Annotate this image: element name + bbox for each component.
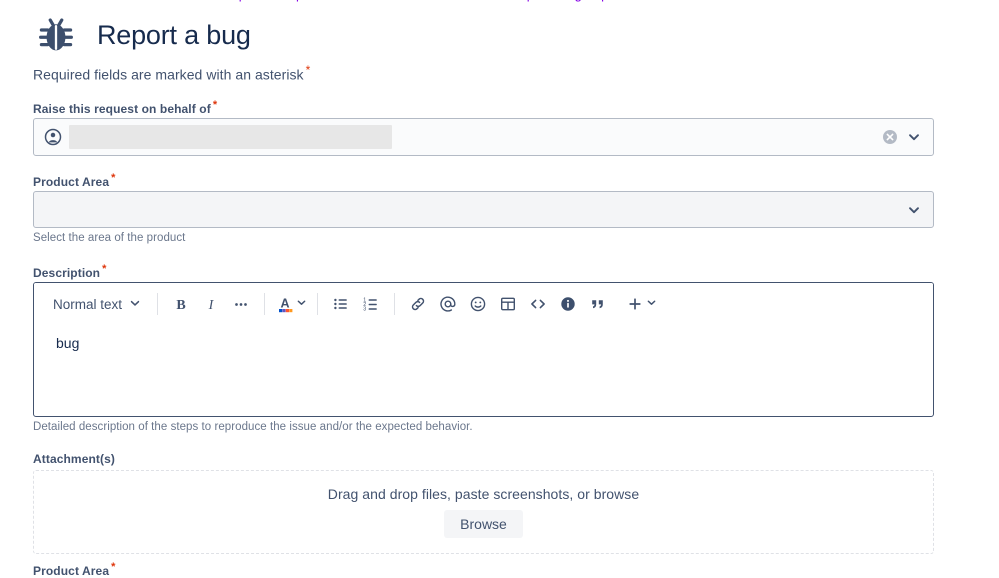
emoji-button[interactable]	[464, 290, 492, 318]
italic-button[interactable]: I	[197, 290, 225, 318]
toolbar-separator	[317, 293, 319, 315]
attachments-label: Attachment(s)	[33, 452, 115, 466]
ellipsis-icon	[235, 303, 247, 306]
info-panel-button[interactable]	[554, 290, 582, 318]
attachment-dropzone-text: Drag and drop files, paste screenshots, …	[327, 485, 640, 502]
description-helper-text: Detailed description of the steps to rep…	[33, 421, 473, 433]
bold-icon: B	[176, 298, 185, 313]
link-button[interactable]	[404, 290, 432, 318]
numbered-list-button[interactable]: 1 2 3	[357, 290, 385, 318]
product-area-bottom-label-text: Product Area	[33, 564, 110, 578]
chevron-down-icon[interactable]	[907, 130, 921, 144]
bug-icon	[33, 12, 79, 58]
text-color-button[interactable]: A	[273, 290, 309, 318]
raise-on-behalf-required-asterisk: *	[212, 99, 218, 111]
product-area-label-text: Product Area	[33, 175, 110, 189]
description-required-asterisk: *	[102, 263, 107, 275]
svg-text:I: I	[208, 298, 215, 313]
link-icon	[411, 297, 425, 311]
editor-toolbar: Normal text B I A 1 2 3	[34, 283, 933, 325]
raise-on-behalf-selected-value	[69, 125, 392, 149]
bold-button[interactable]: B	[167, 290, 195, 318]
bullet-list-icon	[334, 298, 347, 310]
toolbar-separator	[394, 293, 396, 315]
page-header: Report a bug	[33, 12, 251, 58]
quote-button[interactable]	[584, 290, 612, 318]
italic-icon: I	[208, 298, 215, 313]
raise-on-behalf-label-text: Raise this request on behalf of	[33, 102, 211, 116]
required-asterisk: *	[305, 63, 311, 77]
raise-on-behalf-label: Raise this request on behalf of *	[33, 99, 218, 117]
text-color-a-icon: A	[279, 297, 293, 313]
clipped-top-link-strip: https://example.atlassian.net/servicedes…	[0, 0, 999, 2]
browse-button[interactable]: Browse	[444, 509, 523, 539]
toolbar-separator	[264, 293, 266, 315]
table-icon	[501, 297, 516, 311]
product-area-bottom-label: Product Area *	[33, 562, 116, 578]
required-fields-note: Required fields are marked with an aster…	[33, 64, 310, 83]
chevron-down-icon[interactable]	[907, 203, 921, 217]
product-area-select[interactable]	[33, 191, 934, 228]
code-button[interactable]	[524, 290, 552, 318]
product-area-bottom-required-asterisk: *	[111, 561, 116, 573]
attachment-dropzone[interactable]: Drag and drop files, paste screenshots, …	[33, 470, 934, 554]
person-icon	[34, 127, 63, 147]
bullet-list-button[interactable]	[327, 290, 355, 318]
svg-text:A: A	[281, 297, 290, 311]
text-style-label: Normal text	[53, 296, 123, 312]
more-formatting-button[interactable]	[227, 290, 255, 318]
product-area-required-asterisk: *	[111, 172, 116, 184]
insert-more-button[interactable]	[622, 290, 659, 318]
numbered-list-icon: 1 2 3	[363, 297, 377, 312]
portal-url-link[interactable]: https://example.atlassian.net/servicedes…	[224, 0, 671, 2]
required-note-text: Required fields are marked with an aster…	[33, 66, 304, 83]
description-label-text: Description	[33, 266, 101, 280]
table-button[interactable]	[494, 290, 522, 318]
emoji-smiley-icon	[470, 296, 486, 312]
raise-on-behalf-field[interactable]	[33, 118, 934, 156]
description-label: Description *	[33, 263, 107, 281]
quote-marks-icon	[592, 300, 603, 309]
clear-circle-icon[interactable]	[882, 129, 898, 145]
mention-at-icon	[440, 296, 456, 312]
mention-button[interactable]	[434, 290, 462, 318]
product-area-helper-text: Select the area of the product	[33, 232, 186, 244]
chevron-down-icon	[646, 295, 657, 313]
description-editor-content[interactable]: bug	[34, 325, 933, 361]
info-filled-icon	[561, 297, 575, 311]
plus-icon	[629, 298, 641, 310]
chevron-down-icon	[296, 295, 307, 313]
text-style-dropdown[interactable]: Normal text	[42, 290, 149, 318]
raise-on-behalf-actions	[882, 129, 921, 145]
chevron-down-icon	[129, 297, 141, 312]
svg-text:3: 3	[363, 306, 366, 312]
toolbar-separator	[157, 293, 159, 315]
description-rich-text-editor[interactable]: Normal text B I A 1 2 3 bug	[33, 282, 934, 417]
svg-text:B: B	[176, 298, 185, 313]
code-brackets-icon	[531, 299, 545, 309]
product-area-label: Product Area *	[33, 172, 116, 190]
report-a-bug-form-page: https://example.atlassian.net/servicedes…	[0, 0, 999, 578]
page-title: Report a bug	[97, 19, 251, 50]
